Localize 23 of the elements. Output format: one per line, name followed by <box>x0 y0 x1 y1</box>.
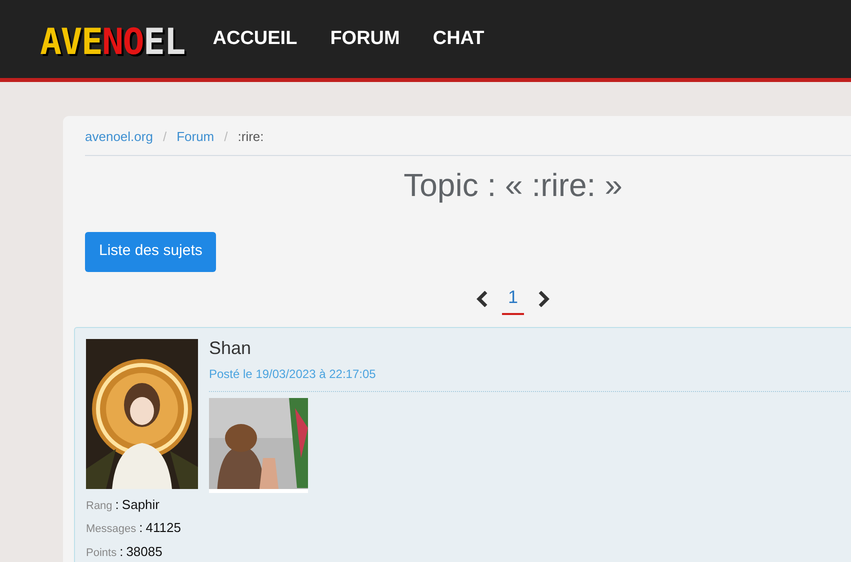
stat-value: 38085 <box>126 542 162 560</box>
stat-value: Saphir <box>122 496 160 514</box>
stat-label: Rang <box>86 498 112 514</box>
stat-separator: : <box>115 496 119 514</box>
nav-link[interactable]: FORUM <box>330 24 400 54</box>
nav-link[interactable]: CHAT <box>432 24 484 54</box>
breadcrumb-separator: / <box>162 128 167 146</box>
breadcrumb-separator: / <box>224 128 228 146</box>
chevron-left-icon[interactable] <box>476 291 488 307</box>
logo[interactable]: AVENOEL <box>40 17 185 61</box>
nav-link[interactable]: ACCUEIL <box>212 24 298 54</box>
topic-list-button[interactable]: Liste des sujets <box>85 232 216 272</box>
chevron-right-icon[interactable] <box>538 291 550 307</box>
post-date: Posté le 19/03/2023 à 22:17:05 <box>209 366 376 380</box>
stat-separator: : <box>120 542 124 560</box>
page-number[interactable]: 1 <box>502 284 524 314</box>
stat-separator: : <box>139 519 143 537</box>
page-title: Topic : « :rire: » <box>402 166 624 205</box>
stat-label: Points <box>86 546 117 560</box>
post-author[interactable]: Shan <box>209 336 851 358</box>
stat-label: Messages <box>86 522 136 537</box>
stat-value: 41125 <box>146 519 181 537</box>
breadcrumb-current: :rire: <box>238 128 264 146</box>
